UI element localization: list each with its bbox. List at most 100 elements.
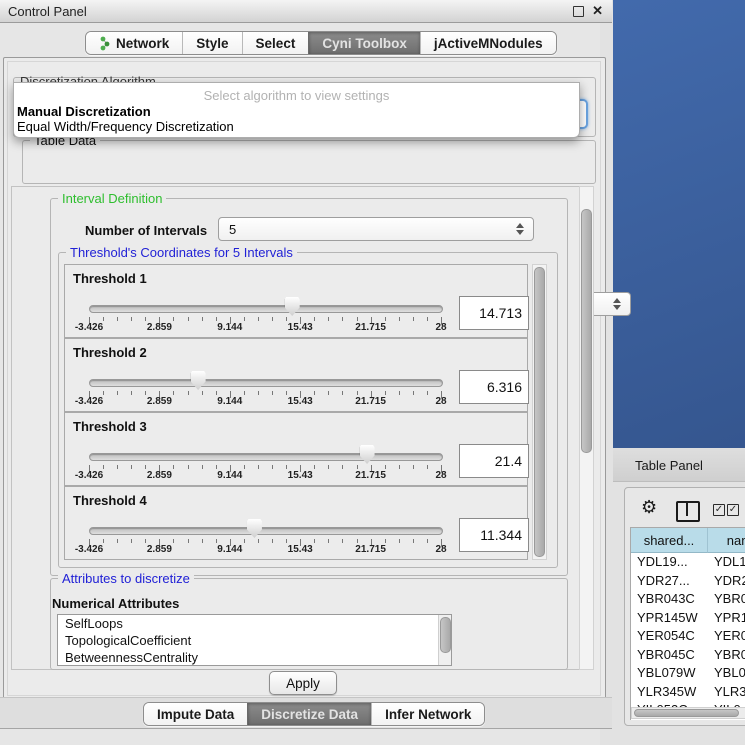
slider-thumb[interactable] — [360, 445, 375, 464]
slider-thumb[interactable] — [247, 519, 262, 538]
table-row[interactable]: YDR27...YDR2 — [631, 572, 745, 591]
slider-track[interactable] — [89, 527, 443, 535]
table-row[interactable]: YBR043CYBR0 — [631, 590, 745, 609]
threshold-box: Threshold 4-3.4262.8599.14415.4321.71528… — [64, 486, 528, 560]
tick-mark — [173, 317, 174, 321]
attributes-scrollbar[interactable] — [438, 615, 451, 665]
tick-mark — [286, 465, 287, 469]
apply-button[interactable]: Apply — [269, 671, 337, 695]
tab-network[interactable]: Network — [86, 32, 182, 54]
tick-mark — [131, 539, 132, 543]
algorithm-option-equal-width[interactable]: Equal Width/Frequency Discretization — [14, 119, 582, 134]
tick-mark — [413, 391, 414, 395]
tick-mark — [188, 539, 189, 543]
stepper-icon — [516, 222, 525, 236]
threshold-value-field[interactable]: 6.316 — [459, 370, 529, 404]
tick-label: 21.715 — [348, 322, 394, 333]
tick-mark — [202, 465, 203, 469]
threshold-value-field[interactable]: 11.344 — [459, 518, 529, 552]
vertical-scrollbar[interactable] — [579, 186, 594, 670]
close-icon[interactable]: ✕ — [592, 3, 603, 19]
tick-label: 9.144 — [207, 544, 253, 555]
threshold-value-field[interactable]: 21.4 — [459, 444, 529, 478]
column-header-name[interactable]: name — [708, 528, 745, 553]
tick-mark — [216, 317, 217, 321]
tab-infer-network[interactable]: Infer Network — [371, 703, 484, 725]
attribute-item-betweennesscentrality[interactable]: BetweennessCentrality — [58, 649, 451, 666]
tick-mark — [173, 391, 174, 395]
restore-icon[interactable] — [573, 6, 584, 17]
slider-track[interactable] — [89, 305, 443, 313]
tick-mark — [103, 539, 104, 543]
attribute-item-selfloops[interactable]: SelfLoops — [58, 615, 451, 632]
table-row[interactable]: YLR345WYLR3 — [631, 683, 745, 702]
table-data-group: Table Data galFiltered.sif default node — [22, 140, 596, 184]
attribute-item-topologicalcoefficient[interactable]: TopologicalCoefficient — [58, 632, 451, 649]
table-row[interactable]: YBL079WYBL0 — [631, 664, 745, 683]
tick-mark — [342, 391, 343, 395]
scrollbar-thumb[interactable] — [581, 209, 592, 453]
tab-cyni-toolbox[interactable]: Cyni Toolbox — [308, 32, 420, 54]
tick-mark — [103, 317, 104, 321]
tab-select[interactable]: Select — [242, 32, 309, 54]
tick-label: -3.426 — [66, 322, 112, 333]
tick-mark — [202, 539, 203, 543]
threshold-list: Threshold 1-3.4262.8599.14415.4321.71528… — [64, 264, 528, 558]
scrollbar-thumb[interactable] — [440, 617, 451, 653]
tick-mark — [427, 465, 428, 469]
checkbox-icon[interactable]: ✓ — [727, 504, 739, 516]
scrollbar-thumb[interactable] — [634, 709, 739, 717]
tick-label: 9.144 — [207, 470, 253, 481]
table-row[interactable]: YER054CYER0 — [631, 627, 745, 646]
slider-thumb[interactable] — [191, 371, 206, 390]
tab-style[interactable]: Style — [182, 32, 241, 54]
tick-mark — [272, 317, 273, 321]
algorithm-option-manual[interactable]: Manual Discretization — [14, 104, 582, 119]
slider-track[interactable] — [89, 453, 443, 461]
tab-impute-data[interactable]: Impute Data — [144, 703, 247, 725]
tab-discretize-data[interactable]: Discretize Data — [247, 703, 371, 725]
tick-mark — [145, 539, 146, 543]
table-panel-titlebar: Table Panel — [613, 448, 745, 482]
threshold-value-field[interactable]: 14.713 — [459, 296, 529, 330]
tick-mark — [286, 391, 287, 395]
gear-icon[interactable]: ⚙ — [641, 498, 657, 516]
tick-mark — [258, 391, 259, 395]
threshold-box: Threshold 1-3.4262.8599.14415.4321.71528… — [64, 264, 528, 338]
checkbox-icon[interactable]: ✓ — [713, 504, 725, 516]
scrollbar-thumb[interactable] — [534, 267, 545, 557]
split-columns-icon[interactable] — [676, 501, 700, 522]
table-horizontal-scrollbar[interactable] — [631, 707, 745, 719]
tick-label: 2.859 — [136, 544, 182, 555]
threshold-label: Threshold 4 — [73, 493, 147, 508]
tick-label: 28 — [418, 470, 464, 481]
network-view-frame: GAL80GACGAL11GAL4GCY1HHAP2 — [613, 0, 745, 448]
tick-label: 2.859 — [136, 322, 182, 333]
table-row[interactable]: YDL19...YDL1 — [631, 553, 745, 572]
tick-label: -3.426 — [66, 544, 112, 555]
column-header-shared-name[interactable]: shared... — [631, 528, 708, 553]
screen: GAL80GACGAL11GAL4GCY1HHAP2 Table Panel ⚙… — [0, 0, 745, 745]
tick-mark — [272, 465, 273, 469]
algorithm-dropdown-popup: Select algorithm to view settings Manual… — [13, 82, 580, 138]
attributes-list[interactable]: SelfLoopsTopologicalCoefficientBetweenne… — [57, 614, 452, 666]
tab-jactivemnodules[interactable]: jActiveMNodules — [420, 32, 556, 54]
table-row[interactable]: YBR045CYBR0 — [631, 646, 745, 665]
thresholds-scrollbar[interactable] — [532, 264, 547, 560]
control-panel-title: Control Panel — [8, 4, 87, 19]
tick-mark — [427, 539, 428, 543]
tick-label: 28 — [418, 396, 464, 407]
table-row[interactable]: YPR145WYPR1 — [631, 609, 745, 628]
tick-label: 15.43 — [277, 322, 323, 333]
tick-mark — [202, 317, 203, 321]
slider-track[interactable] — [89, 379, 443, 387]
cell-shared-name: YER054C — [637, 628, 695, 643]
tick-mark — [328, 539, 329, 543]
tick-mark — [342, 317, 343, 321]
tick-mark — [244, 465, 245, 469]
tick-mark — [399, 465, 400, 469]
control-panel-tabbar: NetworkStyleSelectCyni ToolboxjActiveMNo… — [85, 31, 557, 55]
number-of-intervals-combo[interactable]: 5 — [218, 217, 534, 241]
slider-thumb[interactable] — [285, 297, 300, 316]
threshold-box: Threshold 3-3.4262.8599.14415.4321.71528… — [64, 412, 528, 486]
